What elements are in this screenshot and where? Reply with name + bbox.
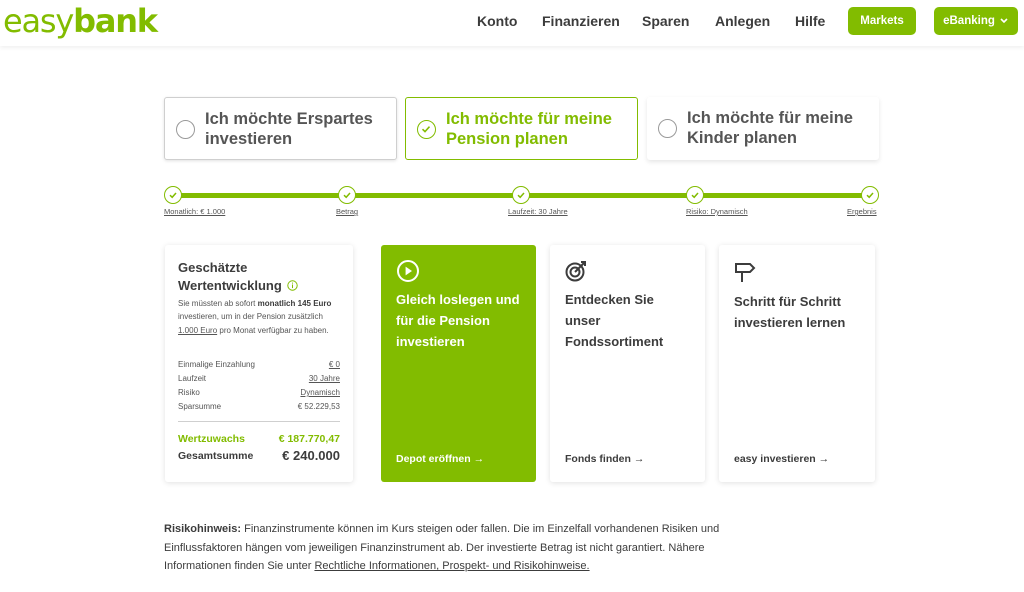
divider bbox=[178, 421, 340, 422]
chevron-down-icon bbox=[1000, 18, 1008, 24]
top-header: easybank Konto Finanzieren Sparen Anlege… bbox=[0, 0, 1024, 46]
open-depot-link[interactable]: Depot eröffnen → bbox=[396, 453, 484, 465]
find-funds-tile[interactable]: Entdecken Sie unser Fondssortiment Fonds… bbox=[550, 245, 705, 482]
goal-label: Ich möchte Erspartes investieren bbox=[205, 110, 373, 148]
tile-title: Entdecken Sie unser Fondssortiment bbox=[565, 292, 664, 349]
markets-button[interactable]: Markets bbox=[848, 7, 916, 35]
nav-konto[interactable]: Konto bbox=[477, 13, 517, 29]
summary-row: Sparsumme € 52.229,53 bbox=[178, 402, 340, 411]
goal-label: Ich möchte für meine Pension planen bbox=[446, 110, 612, 148]
legal-info-link[interactable]: Rechtliche Informationen, Prospekt- und … bbox=[314, 560, 589, 572]
signpost-icon bbox=[735, 263, 756, 282]
step-monthly-link[interactable]: Monatlich: € 1.000 bbox=[164, 207, 225, 216]
step-risk-link[interactable]: Risiko: Dynamisch bbox=[686, 207, 748, 216]
radio-icon[interactable] bbox=[176, 120, 195, 139]
check-icon[interactable] bbox=[512, 186, 530, 204]
target-icon bbox=[565, 261, 586, 282]
easy-investieren-link[interactable]: easy investieren → bbox=[734, 453, 829, 465]
arrow-right-icon: → bbox=[818, 453, 830, 465]
radio-icon[interactable] bbox=[658, 119, 677, 138]
ebanking-button[interactable]: eBanking bbox=[934, 7, 1018, 35]
summary-row: Laufzeit 30 Jahre bbox=[178, 374, 340, 383]
check-icon[interactable] bbox=[164, 186, 182, 204]
tile-title: Gleich loslegen und für die Pension inve… bbox=[396, 292, 520, 349]
nav-sparen[interactable]: Sparen bbox=[642, 13, 689, 29]
goal-card-children[interactable]: Ich möchte für meine Kinder planen bbox=[647, 97, 879, 160]
summary-description: Sie müssten ab sofort monatlich 145 Euro… bbox=[178, 299, 332, 335]
summary-row: Einmalige Einzahlung € 0 bbox=[178, 360, 340, 369]
tile-title: Schritt für Schritt investieren lernen bbox=[734, 294, 846, 330]
nav-hilfe[interactable]: Hilfe bbox=[795, 13, 825, 29]
learn-investing-tile[interactable]: Schritt für Schritt investieren lernen e… bbox=[719, 245, 875, 482]
play-circle-icon bbox=[397, 260, 419, 282]
amount-link[interactable]: 1.000 Euro bbox=[178, 326, 217, 335]
step-result-link[interactable]: Ergebnis bbox=[847, 207, 877, 216]
step-duration-link[interactable]: Laufzeit: 30 Jahre bbox=[508, 207, 568, 216]
summary-row: Risiko Dynamisch bbox=[178, 388, 340, 397]
check-circle-icon[interactable] bbox=[417, 120, 436, 139]
summary-title: Geschätzte Wertentwicklung bbox=[178, 259, 299, 295]
total-row: Gesamtsumme € 240.000 bbox=[178, 448, 340, 463]
arrow-right-icon: → bbox=[633, 453, 645, 465]
growth-row: Wertzuwachs € 187.770,47 bbox=[178, 433, 340, 445]
check-icon[interactable] bbox=[861, 186, 879, 204]
find-funds-link[interactable]: Fonds finden → bbox=[565, 453, 644, 465]
check-icon[interactable] bbox=[686, 186, 704, 204]
check-icon[interactable] bbox=[338, 186, 356, 204]
goal-card-pension[interactable]: Ich möchte für meine Pension planen bbox=[405, 97, 638, 160]
goal-label: Ich möchte für meine Kinder planen bbox=[687, 109, 853, 147]
step-amount-link[interactable]: Betrag bbox=[336, 207, 358, 216]
arrow-right-icon: → bbox=[473, 453, 485, 465]
nav-anlegen[interactable]: Anlegen bbox=[715, 13, 770, 29]
easybank-logo[interactable]: easybank bbox=[3, 3, 158, 39]
open-depot-tile[interactable]: Gleich loslegen und für die Pension inve… bbox=[381, 245, 536, 482]
goal-card-savings[interactable]: Ich möchte Erspartes investieren bbox=[164, 97, 397, 160]
nav-finanzieren[interactable]: Finanzieren bbox=[542, 13, 620, 29]
info-icon[interactable] bbox=[287, 280, 299, 291]
risk-notice: Risikohinweis: Finanzinstrumente können … bbox=[164, 523, 720, 573]
